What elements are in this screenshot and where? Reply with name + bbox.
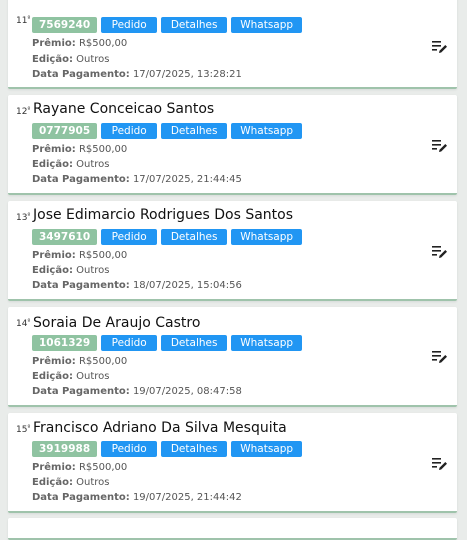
rank-number: 13º bbox=[16, 212, 31, 223]
premio-line: Prêmio: R$500,00 bbox=[32, 38, 128, 49]
action-row: 3919988 Pedido Detalhes Whatsapp bbox=[32, 441, 303, 457]
rank-number: 12º bbox=[16, 106, 31, 117]
ticket-code-badge: 0777905 bbox=[32, 123, 98, 139]
rank-number: 11º bbox=[16, 15, 31, 26]
edit-list-icon[interactable] bbox=[432, 349, 448, 363]
detalhes-button[interactable]: Detalhes bbox=[161, 17, 228, 33]
ticket-code-badge: 3497610 bbox=[32, 229, 98, 245]
detalhes-button[interactable]: Detalhes bbox=[161, 335, 228, 351]
pedido-button[interactable]: Pedido bbox=[101, 17, 158, 33]
pedido-button[interactable]: Pedido bbox=[101, 335, 158, 351]
winner-name: Soraia De Araujo Castro bbox=[33, 315, 201, 331]
ticket-code-badge: 7569240 bbox=[32, 17, 98, 33]
premio-line: Prêmio: R$500,00 bbox=[32, 144, 128, 155]
data-pagamento-line: Data Pagamento: 17/07/2025, 13:28:21 bbox=[32, 69, 242, 80]
edicao-line: Edição: Outros bbox=[32, 265, 110, 276]
ticket-code-badge: 1061329 bbox=[32, 335, 98, 351]
edicao-line: Edição: Outros bbox=[32, 159, 110, 170]
edicao-line: Edição: Outros bbox=[32, 54, 110, 65]
edicao-line: Edição: Outros bbox=[32, 477, 110, 488]
action-row: 0777905 Pedido Detalhes Whatsapp bbox=[32, 123, 303, 139]
edit-list-icon[interactable] bbox=[432, 138, 448, 152]
whatsapp-button[interactable]: Whatsapp bbox=[231, 17, 303, 33]
ticket-code-badge: 3919988 bbox=[32, 441, 98, 457]
winner-name: Francisco Adriano Da Silva Mesquita bbox=[33, 420, 287, 436]
winner-card: 14º Soraia De Araujo Castro 1061329 Pedi… bbox=[8, 307, 457, 407]
whatsapp-button[interactable]: Whatsapp bbox=[231, 335, 303, 351]
action-row: 7569240 Pedido Detalhes Whatsapp bbox=[32, 17, 303, 33]
winner-name: Rayane Conceicao Santos bbox=[33, 101, 215, 117]
data-pagamento-line: Data Pagamento: 18/07/2025, 15:04:56 bbox=[32, 280, 242, 291]
detalhes-button[interactable]: Detalhes bbox=[161, 441, 228, 457]
rank-number: 14º bbox=[16, 318, 31, 329]
detalhes-button[interactable]: Detalhes bbox=[161, 229, 228, 245]
action-row: 3497610 Pedido Detalhes Whatsapp bbox=[32, 229, 303, 245]
action-row: 1061329 Pedido Detalhes Whatsapp bbox=[32, 335, 303, 351]
detalhes-button[interactable]: Detalhes bbox=[161, 123, 228, 139]
whatsapp-button[interactable]: Whatsapp bbox=[231, 123, 303, 139]
data-pagamento-line: Data Pagamento: 17/07/2025, 21:44:45 bbox=[32, 174, 242, 185]
edit-list-icon[interactable] bbox=[432, 456, 448, 470]
premio-line: Prêmio: R$500,00 bbox=[32, 356, 128, 367]
pedido-button[interactable]: Pedido bbox=[101, 441, 158, 457]
rank-number: 15º bbox=[16, 424, 31, 435]
whatsapp-button[interactable]: Whatsapp bbox=[231, 229, 303, 245]
premio-line: Prêmio: R$500,00 bbox=[32, 250, 128, 261]
edit-list-icon[interactable] bbox=[432, 244, 448, 258]
winner-card: 11º 7569240 Pedido Detalhes Whatsapp Prê… bbox=[8, 0, 457, 89]
premio-line: Prêmio: R$500,00 bbox=[32, 462, 128, 473]
winner-card: 12º Rayane Conceicao Santos 0777905 Pedi… bbox=[8, 95, 457, 195]
winner-card bbox=[8, 518, 457, 540]
edit-list-icon[interactable] bbox=[432, 39, 448, 53]
edicao-line: Edição: Outros bbox=[32, 371, 110, 382]
whatsapp-button[interactable]: Whatsapp bbox=[231, 441, 303, 457]
winner-name: Jose Edimarcio Rodrigues Dos Santos bbox=[33, 207, 294, 223]
pedido-button[interactable]: Pedido bbox=[101, 229, 158, 245]
data-pagamento-line: Data Pagamento: 19/07/2025, 08:47:58 bbox=[32, 386, 242, 397]
pedido-button[interactable]: Pedido bbox=[101, 123, 158, 139]
winner-card: 15º Francisco Adriano Da Silva Mesquita … bbox=[8, 413, 457, 513]
data-pagamento-line: Data Pagamento: 19/07/2025, 21:44:42 bbox=[32, 492, 242, 503]
winner-card: 13º Jose Edimarcio Rodrigues Dos Santos … bbox=[8, 201, 457, 301]
